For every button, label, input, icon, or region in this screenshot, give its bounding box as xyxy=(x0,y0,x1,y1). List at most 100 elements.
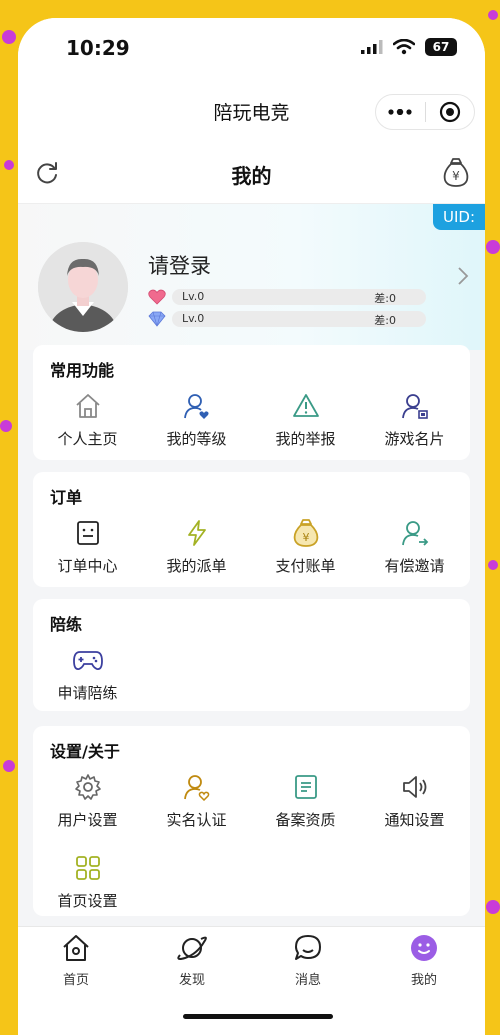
svg-text:¥: ¥ xyxy=(302,531,309,544)
avatar[interactable] xyxy=(38,242,128,332)
chat-bubble-icon xyxy=(295,935,321,960)
section-title: 陪练 xyxy=(50,615,83,634)
tab-home[interactable]: 首页 xyxy=(18,933,134,988)
gear-icon xyxy=(74,774,101,800)
document-icon xyxy=(294,775,317,799)
item-label: 申请陪练 xyxy=(57,684,118,702)
tab-messages[interactable]: 消息 xyxy=(250,933,366,988)
target-icon xyxy=(439,101,460,123)
profile-section[interactable]: UID: 请登录 Lv.0 差:0 Lv.0 差:0 xyxy=(18,204,485,350)
item-label: 通知设置 xyxy=(384,811,445,829)
item-label: 备案资质 xyxy=(275,811,336,829)
my-reports-button[interactable]: 我的举报 xyxy=(251,391,360,449)
tab-mine[interactable]: 我的 xyxy=(366,933,482,988)
close-miniprogram-button[interactable] xyxy=(426,95,475,129)
backdrop-dot xyxy=(2,30,16,44)
backdrop-dot xyxy=(486,900,500,914)
item-label: 我的等级 xyxy=(166,430,227,448)
item-label: 我的举报 xyxy=(275,430,336,448)
common-functions-card: 常用功能 个人主页 我的等级 我的举报 游戏名片 xyxy=(33,345,470,460)
lightning-icon xyxy=(187,520,206,546)
section-title: 订单 xyxy=(50,488,83,507)
warning-icon xyxy=(292,394,319,417)
order-center-button[interactable]: 订单中心 xyxy=(33,518,142,576)
backdrop-dot xyxy=(486,240,500,254)
payment-bills-button[interactable]: ¥ 支付账单 xyxy=(251,518,360,576)
wallet-button[interactable]: ¥ xyxy=(441,156,471,192)
user-heart-icon xyxy=(183,394,209,419)
level-value: Lv.0 xyxy=(182,312,205,325)
user-settings-button[interactable]: 用户设置 xyxy=(33,772,142,830)
signal-icon xyxy=(361,40,383,54)
speaker-icon xyxy=(402,776,426,798)
item-label: 游戏名片 xyxy=(384,430,445,448)
tab-label: 首页 xyxy=(62,973,89,988)
homepage-settings-button[interactable]: 首页设置 xyxy=(33,853,142,911)
item-label: 个人主页 xyxy=(57,430,118,448)
notification-settings-button[interactable]: 通知设置 xyxy=(360,772,469,830)
real-name-verify-button[interactable]: 实名认证 xyxy=(142,772,251,830)
game-card-button[interactable]: 游戏名片 xyxy=(360,391,469,449)
heart-icon xyxy=(148,289,166,305)
tab-label: 发现 xyxy=(178,973,205,988)
item-label: 首页设置 xyxy=(57,892,118,910)
item-label: 有偿邀请 xyxy=(384,557,445,575)
paid-invite-button[interactable]: 有偿邀请 xyxy=(360,518,469,576)
page-title: 我的 xyxy=(231,164,272,188)
diamond-icon xyxy=(148,311,166,327)
section-title: 常用功能 xyxy=(50,361,115,380)
miniprogram-capsule xyxy=(375,94,475,130)
status-time: 10:29 xyxy=(66,36,130,60)
level-progress-bar: Lv.0 差:0 xyxy=(172,311,426,327)
personal-homepage-button[interactable]: 个人主页 xyxy=(33,391,142,449)
smiley-icon xyxy=(411,935,437,961)
svg-text:¥: ¥ xyxy=(452,169,460,183)
gamepad-icon xyxy=(72,651,103,670)
item-label: 实名认证 xyxy=(166,811,227,829)
money-bag-icon: ¥ xyxy=(293,519,318,547)
backdrop-dot xyxy=(4,160,14,170)
status-icons: 67 xyxy=(361,38,457,56)
status-bar: 10:29 67 xyxy=(18,18,485,80)
settings-card: 设置/关于 用户设置 实名认证 备案资质 通知设置 首页设置 xyxy=(33,726,470,916)
section-title: 设置/关于 xyxy=(50,742,120,761)
orders-card: 订单 订单中心 我的派单 ¥ 支付账单 有偿邀请 xyxy=(33,472,470,587)
home-icon xyxy=(75,394,100,418)
level-diff: 差:0 xyxy=(374,292,396,305)
item-label: 用户设置 xyxy=(57,811,118,829)
planet-icon xyxy=(177,936,207,960)
phone-screen: 10:29 67 陪玩电竞 我的 ¥ UID: 请登录 Lv.0 差:0 Lv.… xyxy=(18,18,485,1035)
login-prompt[interactable]: 请登录 xyxy=(148,250,211,280)
charm-level-row: Lv.0 差:0 xyxy=(148,288,426,306)
tab-label: 我的 xyxy=(410,973,437,988)
level-value: Lv.0 xyxy=(182,290,205,303)
money-bag-icon: ¥ xyxy=(443,158,469,187)
backdrop-dot xyxy=(488,560,498,570)
training-card: 陪练 申请陪练 xyxy=(33,599,470,711)
item-label: 支付账单 xyxy=(275,557,336,575)
apply-training-button[interactable]: 申请陪练 xyxy=(33,645,142,703)
page-header: 我的 ¥ xyxy=(18,142,485,204)
uid-badge: UID: xyxy=(432,204,485,230)
home-icon xyxy=(63,935,89,961)
backdrop-dot xyxy=(3,760,15,772)
filing-qualification-button[interactable]: 备案资质 xyxy=(251,772,360,830)
chevron-right-glyph xyxy=(458,267,469,285)
battery-indicator: 67 xyxy=(425,38,457,56)
item-label: 订单中心 xyxy=(57,557,118,575)
level-diff: 差:0 xyxy=(374,314,396,327)
level-progress-bar: Lv.0 差:0 xyxy=(172,289,426,305)
wealth-level-row: Lv.0 差:0 xyxy=(148,310,426,328)
more-button[interactable] xyxy=(376,95,425,129)
more-dots-icon xyxy=(388,109,412,115)
order-box-icon xyxy=(76,521,99,545)
tab-discover[interactable]: 发现 xyxy=(134,933,250,988)
my-level-button[interactable]: 我的等级 xyxy=(142,391,251,449)
item-label: 我的派单 xyxy=(166,557,227,575)
default-avatar-icon xyxy=(38,242,128,332)
my-dispatch-button[interactable]: 我的派单 xyxy=(142,518,251,576)
wifi-icon xyxy=(393,39,415,55)
user-share-icon xyxy=(401,521,428,546)
nav-bar: 陪玩电竞 xyxy=(18,80,485,142)
chevron-right-icon[interactable] xyxy=(457,266,469,290)
